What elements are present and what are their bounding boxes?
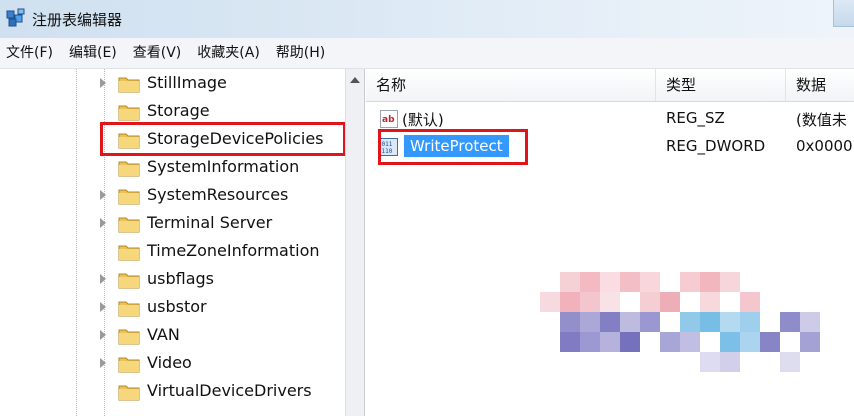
svg-text:ab: ab xyxy=(382,115,395,125)
folder-icon xyxy=(118,189,140,205)
tree-item-label: Terminal Server xyxy=(147,213,273,232)
menu-favorites[interactable]: 收藏夹(A) xyxy=(189,38,268,68)
tree-item[interactable]: StillImage xyxy=(0,69,345,97)
tree-item-label: SystemResources xyxy=(147,185,289,204)
tree-item[interactable]: usbstor xyxy=(0,293,345,321)
menu-edit[interactable]: 编辑(E) xyxy=(61,38,125,68)
tree-item[interactable]: Storage xyxy=(0,97,345,125)
expand-arrow-icon[interactable] xyxy=(100,358,106,368)
scroll-up-arrow-icon[interactable] xyxy=(350,77,360,83)
tree-item-label: Storage xyxy=(147,101,210,120)
tree-item[interactable]: usbflags xyxy=(0,265,345,293)
tree-item-label: VirtualDeviceDrivers xyxy=(147,381,312,400)
value-data: 0x0000 xyxy=(796,137,853,155)
registry-tree-pane[interactable]: StillImage Storage StorageDevicePolicies… xyxy=(0,69,365,416)
string-value-icon: ab xyxy=(380,110,398,128)
menu-file[interactable]: 文件(F) xyxy=(0,38,61,68)
expand-arrow-icon[interactable] xyxy=(100,330,106,340)
title-bar[interactable]: 注册表编辑器 xyxy=(0,0,854,38)
column-data-header[interactable]: 数据 xyxy=(786,69,854,101)
tree-item[interactable]: VirtualDeviceDrivers xyxy=(0,377,345,405)
tree-item-label: VAN xyxy=(147,325,180,344)
menu-view[interactable]: 查看(V) xyxy=(125,38,190,68)
highlight-box xyxy=(378,129,528,165)
tree-item-label: SystemInformation xyxy=(147,157,300,176)
folder-icon xyxy=(118,77,140,93)
window-control-button[interactable] xyxy=(833,0,854,27)
value-data: (数值未 xyxy=(796,111,847,129)
column-type-header[interactable]: 类型 xyxy=(656,69,786,101)
folder-icon xyxy=(118,273,140,289)
value-name: (默认) xyxy=(402,111,444,129)
folder-icon xyxy=(118,301,140,317)
menu-help[interactable]: 帮助(H) xyxy=(268,38,333,68)
expand-arrow-icon[interactable] xyxy=(100,218,106,228)
tree-item-label: Video xyxy=(147,353,192,372)
tree-item[interactable]: Terminal Server xyxy=(0,209,345,237)
folder-icon xyxy=(118,357,140,373)
folder-icon xyxy=(118,329,140,345)
expand-arrow-icon[interactable] xyxy=(100,302,106,312)
tree-item[interactable]: TimeZoneInformation xyxy=(0,237,345,265)
registry-editor-icon xyxy=(6,8,25,27)
value-type: REG_DWORD xyxy=(666,137,766,155)
tree-item[interactable]: Video xyxy=(0,349,345,377)
tree-item-label: usbflags xyxy=(147,269,215,288)
highlight-box xyxy=(100,122,346,156)
column-name-header[interactable]: 名称 xyxy=(366,69,656,101)
tree-item[interactable]: SystemResources xyxy=(0,181,345,209)
window-title: 注册表编辑器 xyxy=(32,11,123,29)
expand-arrow-icon[interactable] xyxy=(100,78,106,88)
value-type: REG_SZ xyxy=(666,109,725,127)
folder-icon xyxy=(118,217,140,233)
expand-arrow-icon[interactable] xyxy=(100,190,106,200)
expand-arrow-icon[interactable] xyxy=(100,274,106,284)
folder-icon xyxy=(118,385,140,401)
folder-icon xyxy=(118,245,140,261)
tree-item-label: StillImage xyxy=(147,73,227,92)
column-header: 名称 类型 数据 xyxy=(366,69,854,102)
tree-item-label: usbstor xyxy=(147,297,207,316)
tree-item[interactable]: VAN xyxy=(0,321,345,349)
folder-icon xyxy=(118,105,140,121)
menu-bar: 文件(F) 编辑(E) 查看(V) 收藏夹(A) 帮助(H) xyxy=(0,38,854,69)
tree-item-label: TimeZoneInformation xyxy=(147,241,320,260)
tree-item[interactable]: SystemInformation xyxy=(0,153,345,181)
tree-scrollbar[interactable] xyxy=(345,69,364,416)
pixelated-watermark xyxy=(540,272,820,372)
folder-icon xyxy=(118,161,140,177)
